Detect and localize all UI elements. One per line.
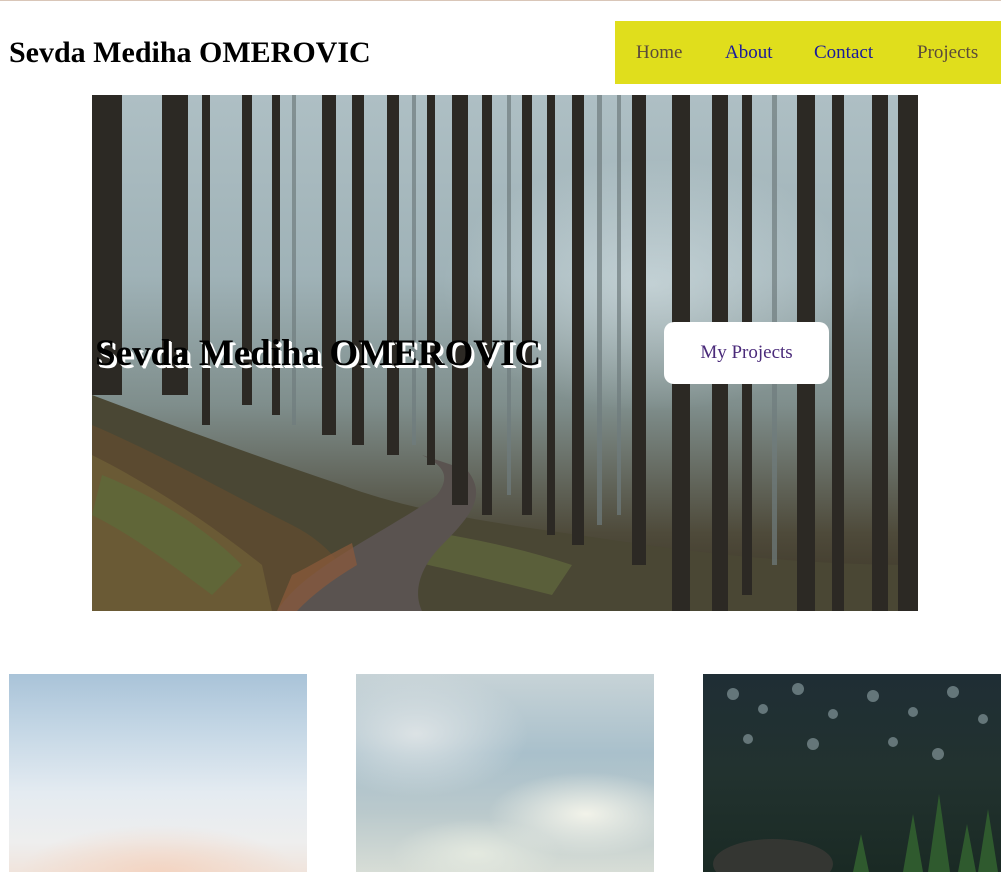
site-title: Sevda Mediha OMEROVIC bbox=[9, 36, 371, 69]
nav-link-contact[interactable]: Contact bbox=[814, 41, 873, 65]
nav-link-home[interactable]: Home bbox=[636, 41, 682, 65]
hero-title: Sevda Mediha OMEROVIC bbox=[95, 333, 542, 374]
main-navigation: Home About Contact Projects bbox=[615, 21, 1001, 84]
top-border-line bbox=[0, 0, 1001, 1]
gallery-card-hazy-sky[interactable] bbox=[9, 674, 307, 872]
my-projects-button[interactable]: My Projects bbox=[664, 322, 829, 384]
gallery-card-cloudy-sky[interactable] bbox=[356, 674, 654, 872]
nav-link-about[interactable]: About bbox=[725, 41, 773, 65]
nav-link-projects[interactable]: Projects bbox=[917, 41, 978, 65]
gallery-card-forest-hillside[interactable] bbox=[703, 674, 1001, 872]
forest-hillside-illustration bbox=[713, 683, 998, 872]
